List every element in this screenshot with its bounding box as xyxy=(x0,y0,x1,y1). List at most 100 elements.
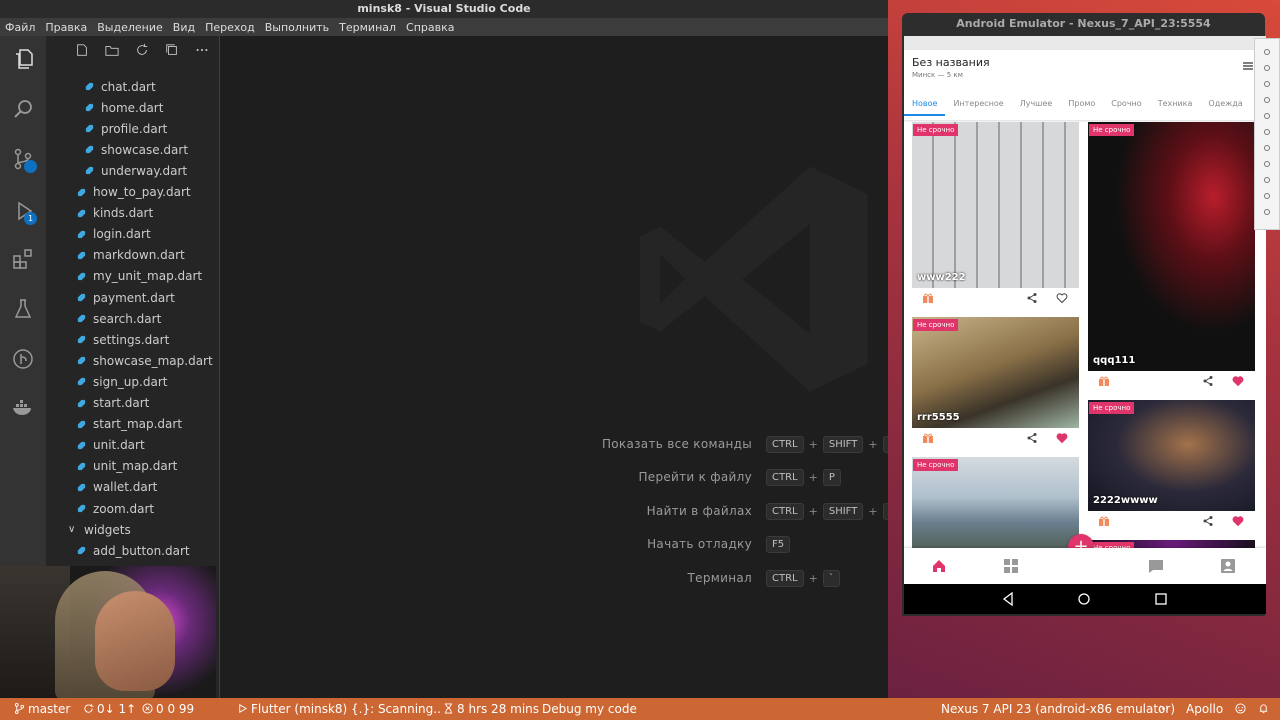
share-icon[interactable] xyxy=(1202,515,1214,527)
tree-file[interactable]: how_to_pay.dart xyxy=(76,182,191,203)
debug-activity[interactable]: 1 xyxy=(0,188,46,234)
tree-file[interactable]: unit.dart xyxy=(76,435,145,456)
tree-file[interactable]: unit_map.dart xyxy=(76,456,177,477)
new-file-button[interactable] xyxy=(74,42,90,58)
git-graph-activity[interactable] xyxy=(0,336,46,382)
showcase-icon[interactable] xyxy=(1003,558,1019,574)
testing-activity[interactable] xyxy=(0,286,46,332)
new-folder-button[interactable] xyxy=(104,42,120,58)
problems-status[interactable]: 0 0 99 xyxy=(142,698,194,720)
camera-icon[interactable] xyxy=(1264,129,1270,135)
heart-icon[interactable] xyxy=(1056,432,1068,444)
tab-urgent[interactable]: Срочно xyxy=(1103,92,1149,116)
source-control-activity[interactable] xyxy=(0,136,46,182)
broadcast-status[interactable] xyxy=(1158,698,1172,720)
tree-file[interactable]: kinds.dart xyxy=(76,203,153,224)
tree-file[interactable]: search.dart xyxy=(76,308,161,329)
gift-icon[interactable] xyxy=(1098,375,1110,387)
item-card[interactable]: Не срочно www222 xyxy=(912,122,1079,308)
time-tracker-status[interactable]: 8 hrs 28 mins xyxy=(443,698,539,720)
item-card[interactable]: Не срочно rrr5555 xyxy=(912,317,1079,448)
tree-file[interactable]: add_button.dart xyxy=(76,540,190,561)
collapse-button[interactable] xyxy=(164,42,180,58)
gift-icon[interactable] xyxy=(922,432,934,444)
menu-go[interactable]: Переход xyxy=(204,21,256,34)
tree-file[interactable]: showcase.dart xyxy=(84,139,188,160)
tree-file[interactable]: home.dart xyxy=(84,97,163,118)
item-card[interactable]: Не срочно qqq111 xyxy=(1088,122,1255,391)
home-circle-icon[interactable] xyxy=(1076,591,1092,607)
apollo-status[interactable]: Apollo xyxy=(1186,698,1223,720)
tree-file[interactable]: start_map.dart xyxy=(76,414,182,435)
power-icon[interactable] xyxy=(1264,49,1270,55)
tree-file[interactable]: payment.dart xyxy=(76,287,175,308)
item-card[interactable]: Не срочно 2222wwww xyxy=(1088,400,1255,531)
tree-file[interactable]: profile.dart xyxy=(84,118,167,139)
share-icon[interactable] xyxy=(1026,432,1038,444)
menu-edit[interactable]: Правка xyxy=(44,21,88,34)
tree-file[interactable]: chat.dart xyxy=(84,76,156,97)
tab-interesting[interactable]: Интересное xyxy=(945,92,1011,116)
tab-clothes[interactable]: Одежда xyxy=(1200,92,1250,116)
tree-file[interactable]: login.dart xyxy=(76,224,151,245)
heart-icon[interactable] xyxy=(1232,375,1244,387)
flutter-status[interactable]: Flutter (minsk8) xyxy=(237,698,347,720)
refresh-button[interactable] xyxy=(134,42,150,58)
docker-activity[interactable] xyxy=(0,384,46,430)
more-actions-button[interactable] xyxy=(194,42,210,58)
tree-file[interactable]: showcase_map.dart xyxy=(76,350,213,371)
tree-file[interactable]: my_unit_map.dart xyxy=(76,266,202,287)
back-icon[interactable] xyxy=(1000,591,1016,607)
tree-file[interactable]: zoom.dart xyxy=(76,498,154,519)
rotate-left-icon[interactable] xyxy=(1264,97,1270,103)
heart-icon[interactable] xyxy=(1056,292,1068,304)
chat-icon[interactable] xyxy=(1148,558,1164,574)
extensions-activity[interactable] xyxy=(0,236,46,282)
feedback-status[interactable] xyxy=(1235,698,1249,720)
tree-file[interactable]: markdown.dart xyxy=(76,245,185,266)
search-activity[interactable] xyxy=(0,86,46,132)
back-side-icon[interactable] xyxy=(1264,161,1270,167)
item-card[interactable]: Не срочно xyxy=(912,457,1079,548)
tree-file[interactable]: start.dart xyxy=(76,393,149,414)
volume-down-icon[interactable] xyxy=(1264,81,1270,87)
sync-status[interactable]: 0↓ 1↑ xyxy=(83,698,136,720)
tab-promo[interactable]: Промо xyxy=(1060,92,1103,116)
tree-file[interactable]: settings.dart xyxy=(76,329,169,350)
tab-tech[interactable]: Техника xyxy=(1150,92,1201,116)
explorer-activity[interactable] xyxy=(0,36,46,82)
menu-terminal[interactable]: Терминал xyxy=(338,21,397,34)
branch-status[interactable]: master xyxy=(14,698,70,720)
filter-icon[interactable] xyxy=(1242,60,1254,72)
rotate-right-icon[interactable] xyxy=(1264,113,1270,119)
profile-icon[interactable] xyxy=(1220,558,1236,574)
heart-icon[interactable] xyxy=(1232,515,1244,527)
share-icon[interactable] xyxy=(1026,292,1038,304)
recents-icon[interactable] xyxy=(1153,591,1169,607)
tree-file[interactable]: underway.dart xyxy=(84,160,187,181)
menu-view[interactable]: Вид xyxy=(172,21,196,34)
tree-file[interactable]: wallet.dart xyxy=(76,477,157,498)
device-status[interactable]: Nexus 7 API 23 (android-x86 emulator) xyxy=(941,698,1175,720)
item-card[interactable]: Не срочно xyxy=(1088,540,1255,548)
home-side-icon[interactable] xyxy=(1264,177,1270,183)
menu-run[interactable]: Выполнить xyxy=(264,21,330,34)
gift-icon[interactable] xyxy=(1098,515,1110,527)
zoom-icon[interactable] xyxy=(1264,145,1270,151)
notifications-status[interactable] xyxy=(1258,698,1272,720)
menu-selection[interactable]: Выделение xyxy=(96,21,164,34)
more-side-icon[interactable] xyxy=(1264,209,1270,215)
volume-up-icon[interactable] xyxy=(1264,65,1270,71)
tree-folder[interactable]: ∨ widgets xyxy=(68,519,131,540)
tree-file[interactable]: sign_up.dart xyxy=(76,371,167,392)
overview-side-icon[interactable] xyxy=(1264,193,1270,199)
gift-icon[interactable] xyxy=(922,292,934,304)
debug-config-status[interactable]: Debug my code xyxy=(542,698,637,720)
tab-best[interactable]: Лучшее xyxy=(1012,92,1061,116)
menu-file[interactable]: Файл xyxy=(4,21,36,34)
scanning-status[interactable]: {.}: Scanning.. xyxy=(351,698,441,720)
menu-help[interactable]: Справка xyxy=(405,21,455,34)
share-icon[interactable] xyxy=(1202,375,1214,387)
home-icon[interactable] xyxy=(931,558,947,574)
tab-new[interactable]: Новое xyxy=(904,92,946,116)
